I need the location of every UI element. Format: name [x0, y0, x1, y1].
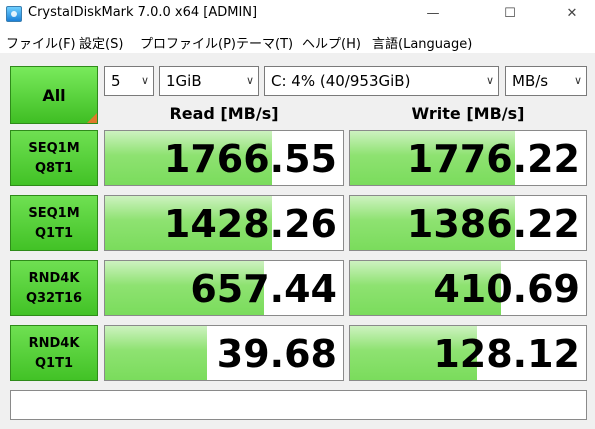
read-result-bar — [105, 326, 208, 380]
menu-file[interactable]: ファイル(F) — [6, 33, 76, 52]
test-name: RND4K — [28, 271, 80, 286]
run-all-label: All — [42, 86, 66, 105]
menu-settings[interactable]: 設定(S) — [79, 33, 123, 52]
test-count-select[interactable]: 5 ∨ — [104, 66, 154, 96]
minimize-button[interactable]: — — [410, 0, 456, 28]
chevron-down-icon: ∨ — [485, 74, 494, 87]
write-result-value: 1386.22 — [406, 202, 580, 246]
read-result-value: 1766.55 — [163, 137, 337, 181]
read-result-cell: 657.44 — [104, 260, 344, 316]
close-button[interactable]: ✕ — [549, 0, 595, 28]
read-column-header: Read [MB/s] — [169, 104, 279, 123]
unit-value: MB/s — [512, 72, 549, 90]
test-params: Q1T1 — [34, 226, 73, 241]
menu-help[interactable]: ヘルプ(H) — [302, 33, 361, 52]
chevron-down-icon: ∨ — [140, 74, 149, 87]
read-result-cell: 1766.55 — [104, 130, 344, 186]
test-params: Q32T16 — [25, 291, 83, 306]
write-result-cell: 410.69 — [349, 260, 587, 316]
menu-language[interactable]: 言語(Language) — [372, 33, 472, 52]
read-result-value: 39.68 — [216, 332, 337, 376]
test-name: SEQ1M — [28, 141, 80, 156]
write-result-value: 410.69 — [433, 267, 580, 311]
comment-field[interactable] — [10, 390, 587, 420]
menu-profile[interactable]: プロファイル(P) — [140, 33, 236, 52]
test-count-value: 5 — [111, 72, 121, 90]
write-column-header: Write [MB/s] — [411, 104, 525, 123]
unit-select[interactable]: MB/s ∨ — [505, 66, 587, 96]
title-bar: CrystalDiskMark 7.0.0 x64 [ADMIN] — ☐ ✕ — [0, 0, 595, 28]
write-result-value: 128.12 — [433, 332, 580, 376]
test-size-value: 1GiB — [166, 72, 202, 90]
run-all-button[interactable]: All — [10, 66, 98, 124]
read-result-cell: 39.68 — [104, 325, 344, 381]
write-result-cell: 1776.22 — [349, 130, 587, 186]
crystaldiskmark-window: CrystalDiskMark 7.0.0 x64 [ADMIN] — ☐ ✕ … — [0, 0, 595, 429]
read-result-value: 1428.26 — [163, 202, 337, 246]
menu-bar: ファイル(F) 設定(S) プロファイル(P) テーマ(T) ヘルプ(H) 言語… — [0, 28, 595, 54]
test-params: Q1T1 — [34, 356, 73, 371]
app-icon — [6, 6, 22, 22]
write-result-cell: 1386.22 — [349, 195, 587, 251]
window-title: CrystalDiskMark 7.0.0 x64 [ADMIN] — [28, 5, 258, 20]
test-size-select[interactable]: 1GiB ∨ — [159, 66, 259, 96]
maximize-button[interactable]: ☐ — [487, 0, 533, 28]
read-result-cell: 1428.26 — [104, 195, 344, 251]
test-name: SEQ1M — [28, 206, 80, 221]
test-name: RND4K — [28, 336, 80, 351]
test-button-rnd4k-q32t16[interactable]: RND4K Q32T16 — [10, 260, 98, 316]
test-params: Q8T1 — [34, 161, 73, 176]
read-result-value: 657.44 — [190, 267, 337, 311]
chevron-down-icon: ∨ — [573, 74, 582, 87]
chevron-down-icon: ∨ — [245, 74, 254, 87]
test-button-seq1m-q1t1[interactable]: SEQ1M Q1T1 — [10, 195, 98, 251]
test-button-rnd4k-q1t1[interactable]: RND4K Q1T1 — [10, 325, 98, 381]
corner-marker — [87, 113, 97, 123]
write-result-value: 1776.22 — [406, 137, 580, 181]
menu-theme[interactable]: テーマ(T) — [236, 33, 293, 52]
drive-select[interactable]: C: 4% (40/953GiB) ∨ — [264, 66, 499, 96]
drive-value: C: 4% (40/953GiB) — [271, 72, 411, 90]
write-result-cell: 128.12 — [349, 325, 587, 381]
test-button-seq1m-q8t1[interactable]: SEQ1M Q8T1 — [10, 130, 98, 186]
